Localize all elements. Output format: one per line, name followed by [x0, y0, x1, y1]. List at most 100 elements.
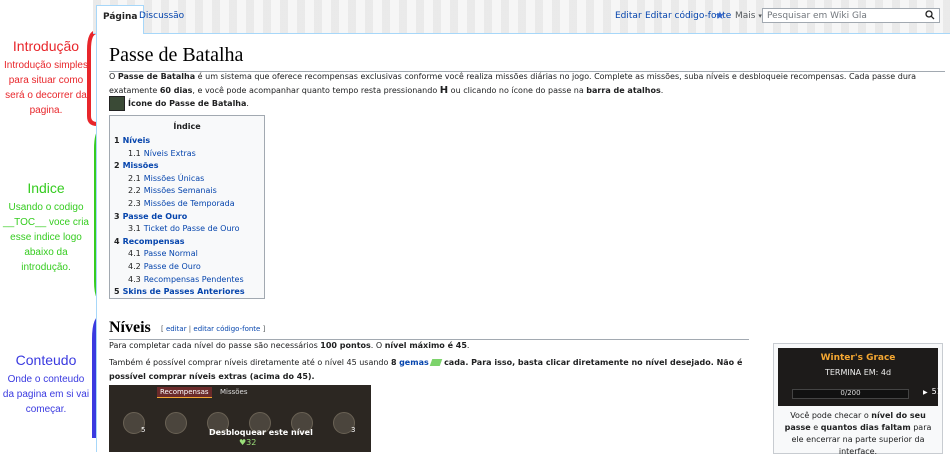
toc-number: 2.2 [128, 186, 141, 196]
season-event-name: Winter's Grace [820, 353, 896, 363]
caption-a: Você pode checar o [790, 411, 872, 420]
intro-days: 60 dias [159, 86, 193, 95]
toc-label: Recompensas [122, 236, 185, 246]
p1-text-c: . [466, 341, 470, 350]
page-title: Passe de Batalha [109, 44, 244, 66]
toc-number: 4 [114, 236, 120, 246]
tab-discussion[interactable]: Discussão [133, 5, 190, 33]
toc-label: Passe de Ouro [143, 262, 201, 271]
p1-max: nível máximo é 45 [384, 341, 467, 350]
battle-pass-screenshot: Recompensas Missões 5 3 Desbloquear este… [109, 385, 371, 452]
annotation-conteudo-text: Onde o conteudo da pagina em si vai come… [2, 374, 90, 415]
annotation-indice: Indice Usando o codigo __TOC__ voce cria… [2, 180, 90, 275]
intro-paragraph: O Passe de Batalha é um sistema que ofer… [109, 70, 939, 98]
toc-label: Níveis [122, 136, 151, 145]
battle-pass-icon[interactable] [109, 96, 125, 111]
p1-text-a: Para completar cada nível do passe são n… [109, 341, 321, 350]
toc-item[interactable]: 5 Skins de Passes Anteriores [114, 287, 245, 296]
section-edit-links: [ editar | editar código-fonte ] [161, 325, 265, 333]
toc-label: Skins de Passes Anteriores [122, 287, 245, 297]
annotation-indice-text: Usando o codigo __TOC__ voce cria esse i… [3, 202, 89, 273]
toc-item[interactable]: 4 Recompensas [114, 237, 185, 246]
toc-number: 5 [114, 287, 120, 297]
toc-number: 2 [114, 161, 120, 171]
intro-bar: barra de atalhos [586, 86, 661, 95]
gems-link[interactable]: gemas [399, 358, 429, 367]
toc-number: 4.2 [128, 262, 141, 271]
annotation-intro: Introdução Introdução simples para situa… [2, 38, 90, 118]
toc-label: Missões Semanais [143, 186, 217, 196]
edit-link[interactable]: Editar [615, 5, 642, 27]
intro-key: H [439, 85, 449, 96]
season-level: ▶ 51 [923, 387, 942, 396]
watch-star-icon[interactable]: ★ [715, 5, 725, 27]
toc-label: Missões de Temporada [143, 199, 235, 208]
levels-paragraph-1: Para completar cada nível do passe são n… [109, 339, 749, 353]
toc-number: 1 [114, 136, 120, 145]
toc-item[interactable]: 4.2 Passe de Ouro [128, 262, 201, 271]
toc-item[interactable]: 1 Níveis [114, 136, 150, 145]
toc-item[interactable]: 2 Missões [114, 161, 159, 170]
wiki-header: Página Discussão Editar Editar código-fo… [93, 0, 950, 35]
intro-text-5: . [660, 86, 664, 95]
season-image: Winter's Grace TERMINA EM: 4d 0/200 ▶ 51 [778, 348, 942, 406]
season-progress-value: 0/200 [840, 389, 861, 397]
toc-item[interactable]: 3 Passe de Ouro [114, 212, 187, 221]
caption-d: quantos dias faltam [820, 423, 911, 432]
play-icon: ▶ [923, 389, 928, 396]
reward-slot [165, 412, 187, 434]
toc-item[interactable]: 4.1 Passe Normal [128, 249, 198, 258]
edit-bracket-open: [ [161, 325, 164, 333]
search-input[interactable]: Pesquisar em Wiki Gla [762, 8, 940, 23]
toc-item[interactable]: 4.3 Recompensas Pendentes [128, 275, 244, 284]
p2-text-a: Também é possível comprar níveis diretam… [109, 358, 391, 367]
unlock-cost-value: 32 [246, 438, 257, 447]
toc-item[interactable]: 2.3 Missões de Temporada [128, 199, 235, 208]
game-tab-missions: Missões [220, 388, 248, 396]
annotation-conteudo: Conteudo Onde o conteudo da pagina em si… [2, 352, 90, 417]
toc-item[interactable]: 2.1 Missões Únicas [128, 174, 204, 183]
season-level-value: 51 [931, 387, 942, 396]
section-heading-niveis: Níveis [109, 319, 151, 336]
levels-paragraph-2: Também é possível comprar níveis diretam… [109, 356, 749, 384]
toc-label: Níveis Extras [143, 148, 196, 158]
toc-label: Passe Normal [143, 249, 198, 259]
p2-gem-count: 8 [390, 358, 397, 367]
icon-caption: Ícone do Passe de Batalha [128, 99, 247, 108]
edit-bracket-close: ] [262, 325, 266, 333]
thumbnail-caption: Você pode checar o nível do seu passe e … [778, 410, 938, 458]
game-tab-rewards: Recompensas [157, 387, 212, 398]
section-edit-link[interactable]: editar [166, 325, 187, 333]
more-menu[interactable]: Mais ▾ [735, 5, 762, 27]
toc-label: Missões [122, 161, 159, 171]
section-edit-source-link[interactable]: editar código-fonte [193, 325, 260, 333]
icon-caption-row: Ícone do Passe de Batalha. [109, 96, 939, 111]
search-icon[interactable] [925, 10, 935, 20]
season-ends: TERMINA EM: 4d [824, 368, 892, 377]
search-placeholder: Pesquisar em Wiki Gla [767, 11, 867, 21]
season-progress-bar: 0/200 [792, 389, 909, 399]
unlock-level-text: Desbloquear este nível [209, 428, 313, 437]
toc-label: Ticket do Passe de Ouro [143, 224, 240, 234]
season-thumbnail: Winter's Grace TERMINA EM: 4d 0/200 ▶ 51 … [773, 343, 943, 456]
more-label: Mais [735, 11, 756, 21]
annotation-conteudo-heading: Conteudo [15, 352, 77, 368]
intro-text-1: O [109, 72, 118, 81]
toc-number: 2.1 [128, 173, 141, 183]
toc-label: Recompensas Pendentes [143, 274, 244, 284]
toc-item[interactable]: 3.1 Ticket do Passe de Ouro [128, 224, 240, 233]
toc-number: 1.1 [128, 148, 141, 158]
annotation-indice-heading: Indice [27, 180, 65, 196]
annotation-panel: Introdução Introdução simples para situa… [0, 0, 107, 452]
table-of-contents: Índice 1 Níveis 1.1 Níveis Extras 2 Missões 2.… [109, 115, 265, 299]
toc-number: 2.3 [128, 199, 141, 208]
slot-count-2: 3 [351, 426, 356, 434]
annotation-intro-text: Introdução simples para situar como será… [4, 60, 88, 116]
toc-item[interactable]: 1.1 Níveis Extras [128, 149, 196, 158]
slot-count-1: 5 [141, 426, 146, 434]
toc-title: Índice [173, 122, 201, 131]
caption-c: e [810, 423, 821, 432]
toc-number: 3.1 [128, 224, 141, 234]
toc-item[interactable]: 2.2 Missões Semanais [128, 186, 217, 195]
toc-label: Missões Únicas [143, 173, 205, 183]
